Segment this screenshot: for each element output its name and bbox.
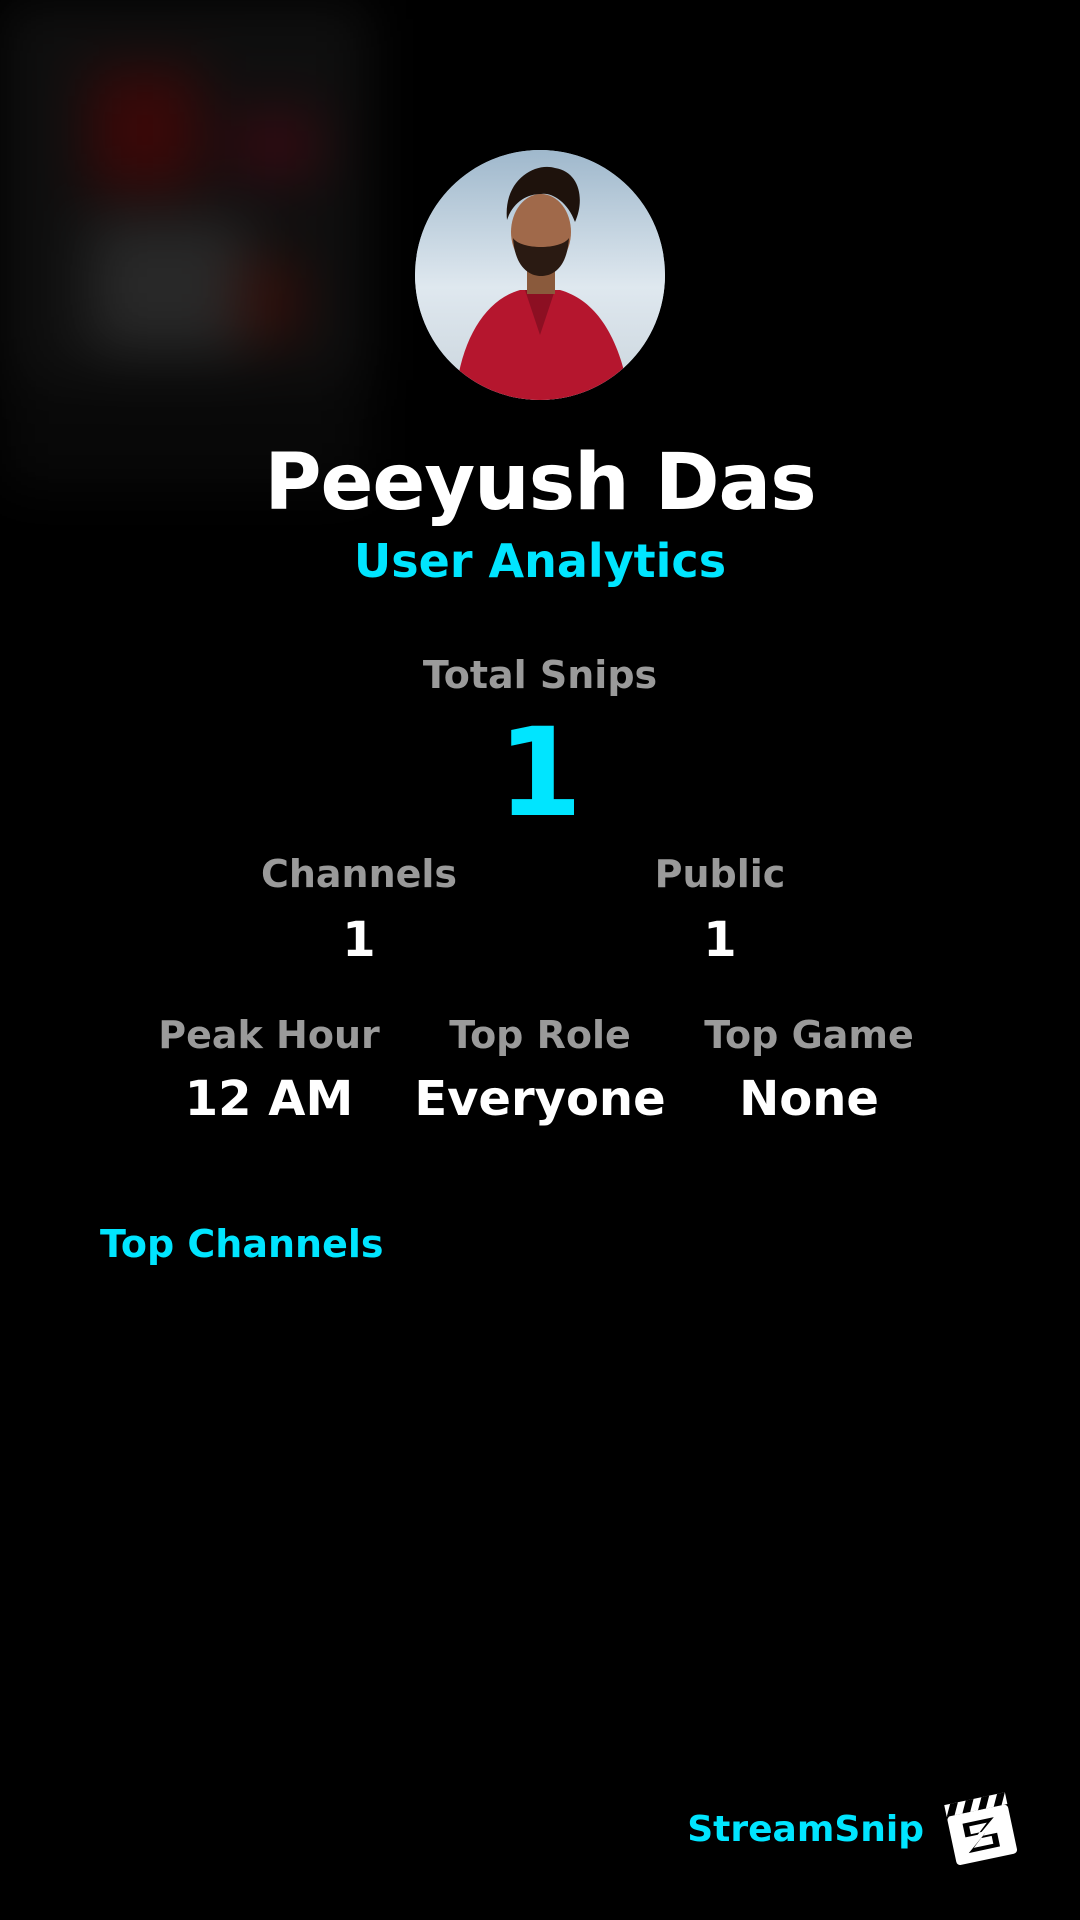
top-role-value: Everyone bbox=[414, 1071, 666, 1127]
channels-label: Channels bbox=[260, 852, 458, 896]
clapperboard-logo-icon bbox=[944, 1792, 1018, 1866]
total-snips-label: Total Snips bbox=[422, 653, 658, 697]
channels-value: 1 bbox=[342, 912, 376, 968]
public-stat: Public 1 bbox=[570, 852, 870, 968]
avatar bbox=[415, 150, 665, 400]
page-subtitle: User Analytics bbox=[353, 534, 727, 588]
top-role-label: Top Role bbox=[449, 1013, 631, 1057]
channels-stat: Channels 1 bbox=[209, 852, 509, 968]
public-label: Public bbox=[654, 852, 786, 896]
user-photo-icon bbox=[415, 150, 665, 400]
top-game-label: Top Game bbox=[704, 1013, 914, 1057]
peak-hour-value: 12 AM bbox=[184, 1071, 354, 1127]
peak-hour-stat: Peak Hour 12 AM bbox=[119, 1013, 419, 1127]
brand: StreamSnip bbox=[687, 1790, 1020, 1868]
user-name: Peeyush Das bbox=[264, 438, 816, 528]
top-game-value: None bbox=[739, 1071, 879, 1127]
analytics-card: Peeyush Das User Analytics Total Snips 1… bbox=[0, 0, 1080, 1920]
brand-name: StreamSnip bbox=[687, 1808, 924, 1850]
top-channels-heading: Top Channels bbox=[100, 1222, 384, 1266]
peak-hour-label: Peak Hour bbox=[158, 1013, 380, 1057]
blurred-background-thumbnail bbox=[0, 0, 370, 490]
top-role-stat: Top Role Everyone bbox=[390, 1013, 690, 1127]
top-game-stat: Top Game None bbox=[659, 1013, 959, 1127]
public-value: 1 bbox=[703, 912, 737, 968]
total-snips-value: 1 bbox=[497, 702, 583, 844]
